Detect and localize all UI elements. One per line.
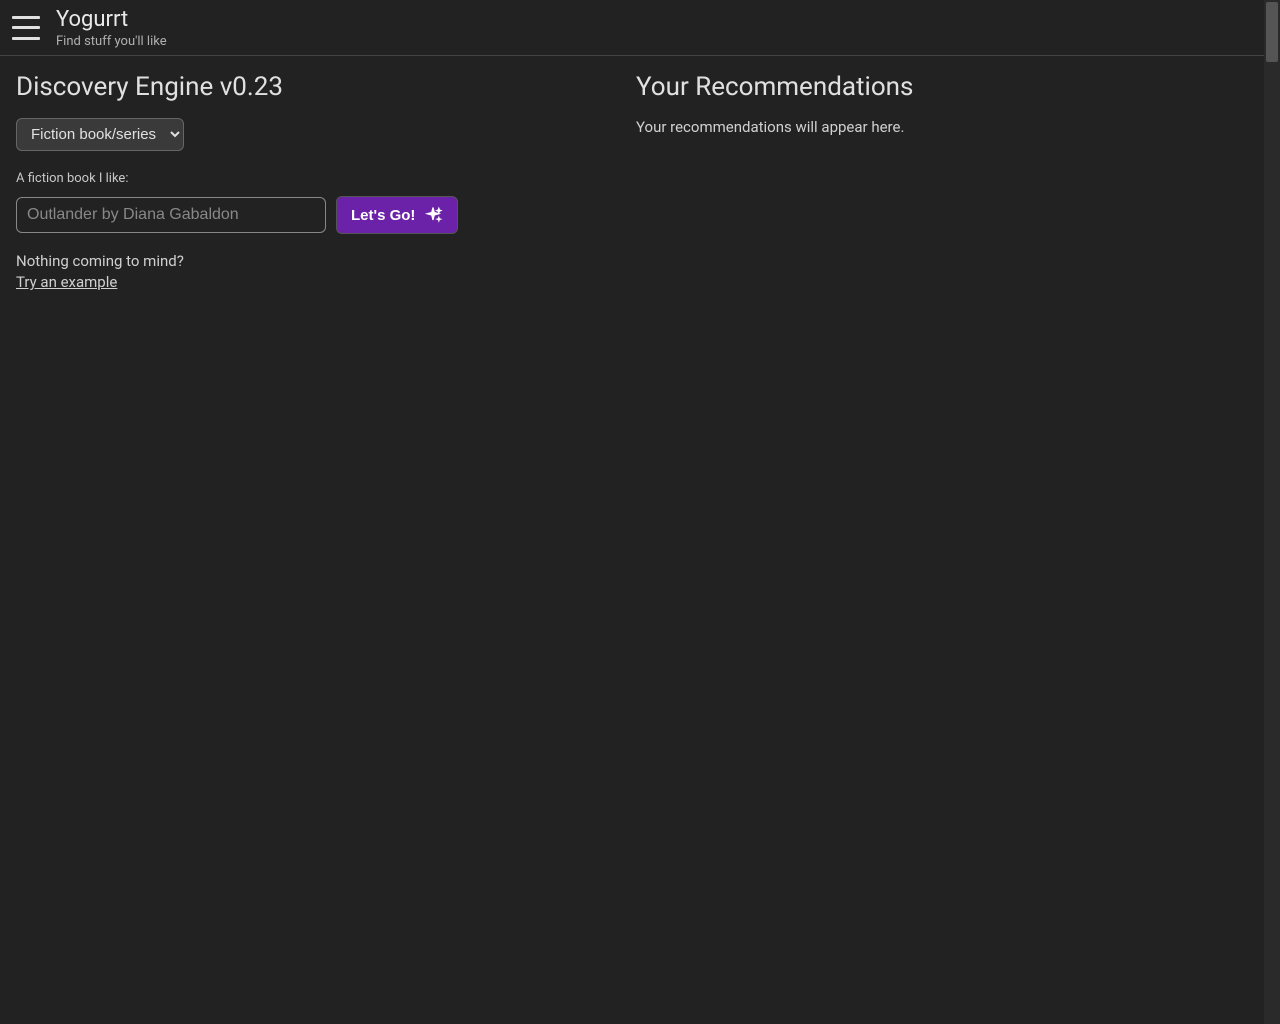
discovery-panel: Discovery Engine v0.23 Fiction book/seri…	[16, 72, 616, 291]
recommendations-panel: Your Recommendations Your recommendation…	[636, 72, 1248, 291]
scrollbar-thumb[interactable]	[1266, 2, 1278, 62]
brand-title: Yogurrt	[56, 7, 167, 32]
recommendations-heading: Your Recommendations	[636, 72, 1248, 102]
header: Yogurrt Find stuff you'll like	[0, 0, 1264, 56]
category-select[interactable]: Fiction book/series	[16, 118, 184, 151]
sparkle-icon	[423, 205, 443, 225]
try-example-link[interactable]: Try an example	[16, 273, 117, 291]
prompt-text: Nothing coming to mind?	[16, 252, 616, 270]
brand-block: Yogurrt Find stuff you'll like	[56, 7, 167, 49]
scrollbar-track[interactable]	[1264, 0, 1280, 1024]
discovery-heading: Discovery Engine v0.23	[16, 72, 616, 102]
input-label: A fiction book I like:	[16, 171, 616, 186]
lets-go-button[interactable]: Let's Go!	[336, 196, 458, 234]
hamburger-menu-icon[interactable]	[12, 16, 40, 40]
recommendations-placeholder: Your recommendations will appear here.	[636, 118, 1248, 136]
brand-subtitle: Find stuff you'll like	[56, 34, 167, 49]
liked-item-input[interactable]	[16, 197, 326, 233]
go-button-label: Let's Go!	[351, 207, 415, 224]
